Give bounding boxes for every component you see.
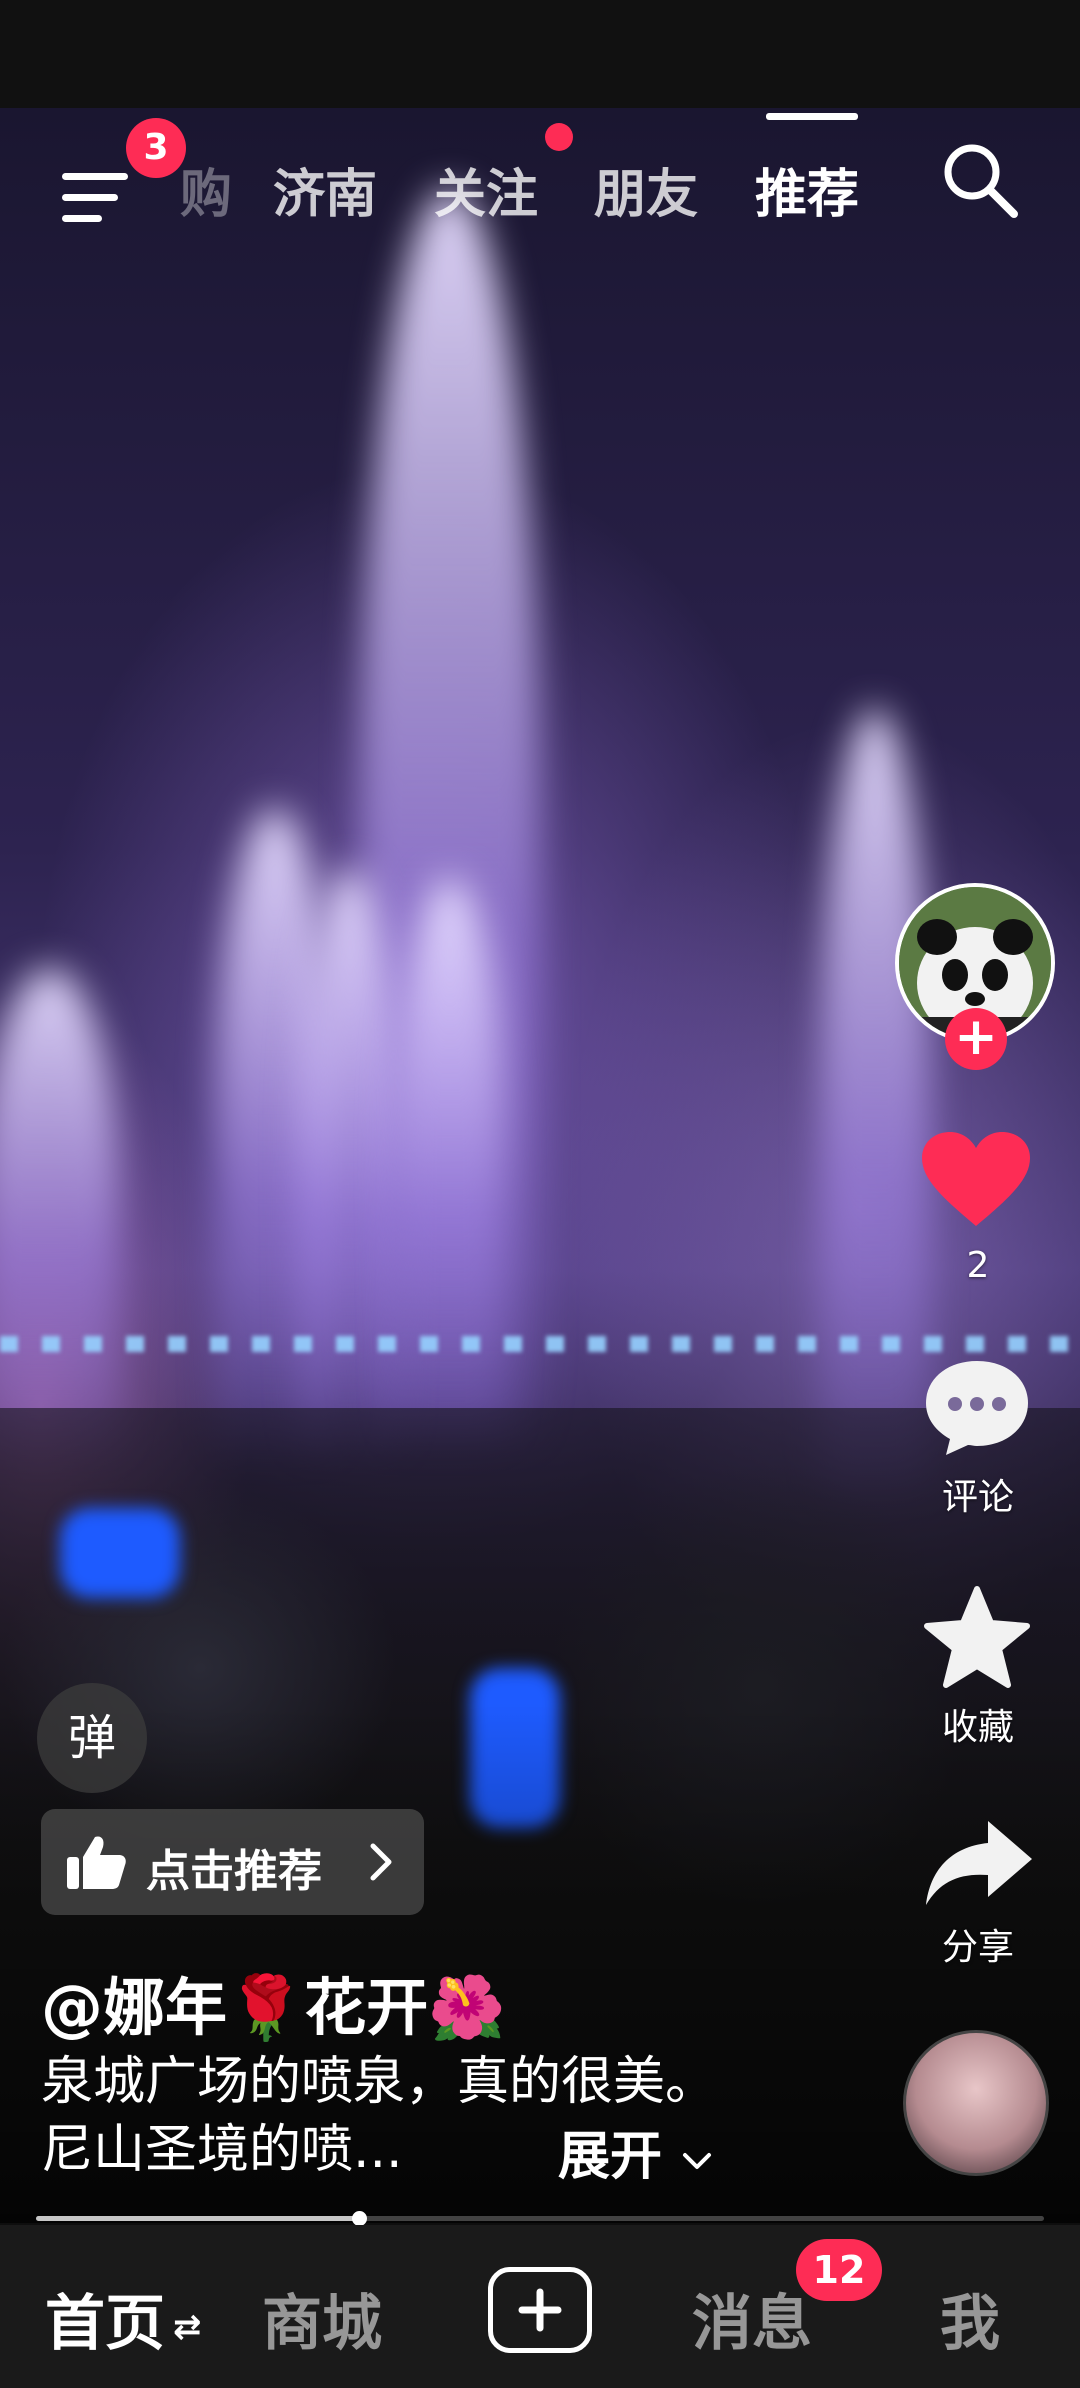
comment-icon: [926, 1361, 1028, 1455]
comment-label: 评论: [941, 1477, 1014, 1518]
comment-button[interactable]: [922, 1357, 1032, 1457]
like-button[interactable]: [920, 1130, 1032, 1230]
active-tab-indicator: [766, 113, 858, 120]
fountain-jet: [820, 708, 930, 1488]
share-button[interactable]: [920, 1815, 1036, 1911]
nav-home-label: 首页: [45, 2289, 165, 2359]
thumbs-up-icon: [67, 1836, 126, 1889]
danmaku-toggle[interactable]: 弹: [37, 1683, 147, 1793]
bottom-nav: 首页 ⇄ 商城 消息 12 我: [0, 2225, 1080, 2388]
search-icon[interactable]: [940, 140, 1020, 220]
tab-recommend[interactable]: 推荐: [755, 152, 859, 227]
nav-home[interactable]: 首页 ⇄: [45, 2275, 202, 2362]
create-post-button[interactable]: [488, 2267, 592, 2353]
menu-icon[interactable]: [62, 150, 128, 222]
nav-mall[interactable]: 商城: [262, 2275, 382, 2362]
tab-friends[interactable]: 朋友: [594, 152, 698, 227]
menu-badge: 3: [126, 118, 186, 178]
recommend-label: 点击推荐: [146, 1846, 322, 1897]
author-name[interactable]: @娜年🌹花开🌺: [41, 1957, 505, 2047]
plus-icon: [518, 2288, 562, 2332]
expand-caption-button[interactable]: 展开: [558, 2114, 714, 2189]
chevron-down-icon: [683, 2153, 712, 2169]
recommend-button[interactable]: 点击推荐: [41, 1809, 424, 1915]
tab-shopping[interactable]: 购: [180, 152, 232, 227]
tab-following[interactable]: 关注: [434, 152, 538, 227]
fountain-jet: [300, 868, 400, 1448]
expand-label: 展开: [558, 2127, 663, 2187]
switch-icon: ⇄: [173, 2307, 202, 2348]
fountain-lights: [0, 1336, 1080, 1352]
fountain-jet: [395, 878, 505, 1438]
nav-messages[interactable]: 消息: [692, 2275, 812, 2362]
messages-badge: 12: [796, 2239, 882, 2301]
follow-button[interactable]: +: [945, 1008, 1007, 1070]
following-notification-dot: [545, 123, 573, 151]
tab-jinan[interactable]: 济南: [273, 152, 377, 227]
share-arrow-icon: [926, 1821, 1032, 1905]
heart-icon: [922, 1132, 1030, 1226]
progress-fill: [36, 2216, 359, 2221]
progress-knob[interactable]: [351, 2211, 367, 2226]
phone-screen-glow: [60, 1508, 180, 1598]
nav-me[interactable]: 我: [940, 2275, 1000, 2362]
star-icon: [924, 1586, 1030, 1688]
share-label: 分享: [941, 1927, 1014, 1968]
video-progress-bar[interactable]: [36, 2211, 1044, 2226]
like-count: 2: [966, 1245, 990, 1286]
favorite-label: 收藏: [941, 1707, 1014, 1748]
favorite-button[interactable]: [921, 1585, 1033, 1693]
status-bar: [0, 0, 1080, 108]
music-disc[interactable]: [903, 2030, 1049, 2176]
top-nav: 3 购 济南 关注 朋友 推荐: [0, 118, 1080, 240]
chevron-right-icon: [370, 1843, 392, 1881]
fountain-jet: [0, 968, 120, 1448]
